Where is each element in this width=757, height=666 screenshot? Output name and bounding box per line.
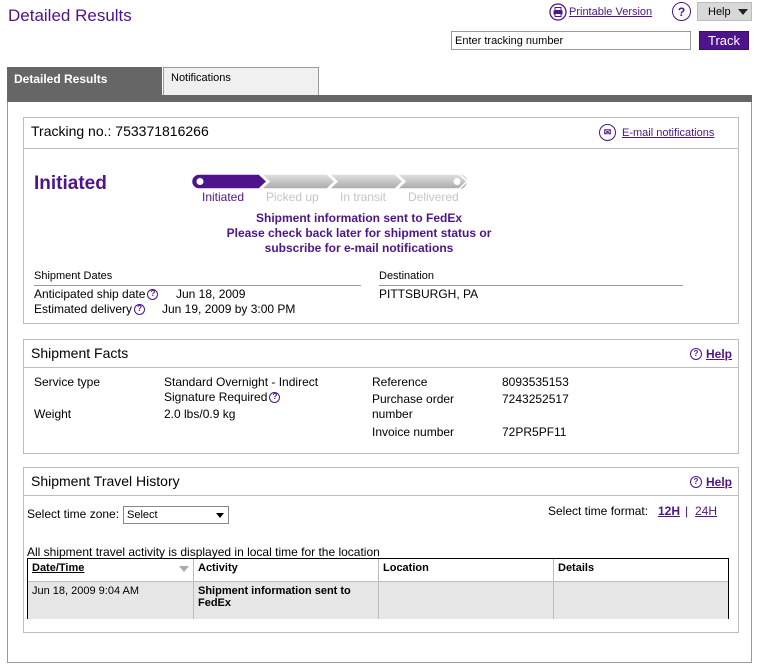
email-notifications-label[interactable]: E-mail notifications: [622, 127, 714, 139]
tab-bar: [7, 95, 752, 102]
format-24h-link[interactable]: 24H: [695, 504, 717, 518]
estimated-delivery-label: Estimated delivery ?: [34, 302, 146, 316]
shipment-facts-header: Shipment Facts ? Help: [24, 340, 738, 368]
progress-end-dot: [453, 178, 461, 185]
progress-start-dot: [196, 178, 204, 185]
date-time-sort-link[interactable]: Date/Time: [32, 562, 84, 574]
tracking-number: Tracking no.: 753371816266: [31, 123, 209, 139]
column-header-activity: Activity: [194, 559, 379, 581]
table-cell-date-time: Jun 18, 2009 9:04 AM: [28, 582, 194, 619]
envelope-icon: ✉: [599, 124, 616, 141]
column-header-details: Details: [558, 562, 595, 574]
sort-arrow-icon: [179, 566, 189, 572]
anticipated-ship-date-value: Jun 18, 2009: [176, 287, 246, 301]
table-cell-activity: Shipment information sent to FedEx: [194, 582, 379, 619]
question-icon[interactable]: ?: [134, 303, 146, 315]
time-format-24h[interactable]: 24H: [695, 504, 717, 518]
travel-history-table: Date/Time Activity Location Details Jun …: [27, 558, 729, 619]
signature-required: Signature Required ?: [164, 390, 281, 404]
step-label-in-transit: In transit: [340, 190, 387, 204]
format-12h-link[interactable]: 12H: [658, 504, 680, 518]
shipment-facts-box: Shipment Facts ? Help Service type Stand…: [23, 339, 739, 454]
printer-icon: [549, 3, 567, 21]
facts-help-link[interactable]: ? Help: [689, 347, 732, 361]
reference-label: Reference: [372, 375, 428, 389]
progress-step-in-transit: [327, 173, 405, 190]
column-header-date-time[interactable]: Date/Time: [28, 559, 194, 581]
status-message-line: Please check back later for shipment sta…: [226, 226, 492, 240]
divider: [379, 285, 683, 286]
chevron-down-icon: [738, 8, 748, 15]
status-message-line: Shipment information sent to FedEx: [255, 211, 462, 225]
divider: [34, 285, 361, 286]
status-message-line: subscribe for e-mail notifications: [264, 241, 454, 255]
activity-line: Shipment information sent to: [198, 585, 351, 597]
purchase-order-label-2: number: [372, 407, 413, 421]
estimated-label-text: Estimated delivery: [34, 302, 133, 316]
time-format-12h[interactable]: 12H: [658, 504, 680, 518]
column-header-location: Location: [379, 559, 554, 581]
anticipated-label-text: Anticipated ship date: [34, 287, 146, 301]
service-type-label: Service type: [34, 375, 101, 389]
question-icon: ?: [689, 476, 702, 488]
question-icon: ?: [672, 2, 691, 21]
progress-bar: [191, 173, 469, 190]
printable-version-label[interactable]: Printable Version: [569, 6, 652, 18]
service-type-value: Standard Overnight - Indirect: [164, 375, 319, 389]
travel-history-title: Shipment Travel History: [31, 473, 180, 489]
purchase-order-label: Purchase order: [372, 392, 455, 406]
tracking-summary-box: Tracking no.: 753371816266 ✉ E-mail noti…: [23, 117, 739, 324]
table-cell-details: [554, 582, 728, 619]
reference-value: 8093535153: [502, 375, 569, 389]
destination-value: PITTSBURGH, PA: [379, 287, 479, 301]
history-help-link[interactable]: ? Help: [689, 475, 732, 489]
tab-notifications[interactable]: Notifications: [163, 67, 319, 95]
help-dropdown-button[interactable]: Help: [697, 2, 752, 21]
time-zone-select[interactable]: Select: [123, 506, 229, 524]
facts-help-label[interactable]: Help: [706, 347, 732, 361]
signature-required-text: Signature Required: [164, 390, 268, 404]
chevron-down-icon: [216, 512, 224, 518]
time-format-label: Select time format:: [548, 504, 649, 518]
destination-heading: Destination: [379, 270, 435, 282]
step-label-delivered: Delivered: [408, 190, 459, 204]
weight-value: 2.0 lbs/0.9 kg: [164, 407, 236, 421]
step-label-initiated: Initiated: [202, 190, 245, 204]
step-label-picked-up: Picked up: [266, 190, 319, 204]
email-notifications-link[interactable]: ✉ E-mail notifications: [599, 124, 714, 141]
help-dropdown-label: Help: [708, 5, 731, 18]
shipment-facts-title: Shipment Facts: [31, 345, 129, 361]
invoice-number-label: Invoice number: [372, 425, 455, 439]
activity-line: FedEx: [198, 597, 232, 609]
help-menu[interactable]: ? Help: [672, 1, 752, 22]
purchase-order-value: 7243252517: [502, 392, 569, 406]
table-cell-location: [379, 582, 554, 619]
time-zone-value: Select: [127, 509, 158, 521]
tracking-summary-header: Tracking no.: 753371816266 ✉ E-mail noti…: [24, 118, 738, 149]
anticipated-ship-date-label: Anticipated ship date ?: [34, 287, 159, 301]
page-title: Detailed Results: [8, 6, 132, 25]
tab-detailed-results[interactable]: Detailed Results: [7, 67, 162, 97]
printable-version-link[interactable]: Printable Version: [549, 2, 652, 22]
question-icon[interactable]: ?: [269, 391, 281, 403]
status-message: Shipment information sent to FedEx Pleas…: [184, 211, 534, 256]
question-icon[interactable]: ?: [147, 288, 159, 300]
shipment-dates-heading: Shipment Dates: [34, 270, 113, 282]
travel-history-box: Shipment Travel History ? Help Select ti…: [23, 467, 739, 633]
weight-label: Weight: [34, 407, 72, 421]
track-button[interactable]: Track: [699, 31, 749, 50]
history-help-label[interactable]: Help: [706, 475, 732, 489]
status-title: Initiated: [34, 173, 107, 194]
travel-history-header: Shipment Travel History ? Help: [24, 468, 738, 496]
estimated-delivery-value: Jun 19, 2009 by 3:00 PM: [162, 302, 296, 316]
invoice-number-value: 72PR5PF11: [502, 425, 567, 439]
time-format-separator: |: [685, 504, 689, 518]
local-time-note: All shipment travel activity is displaye…: [27, 545, 380, 559]
progress-step-picked-up: [259, 173, 337, 190]
tracking-number-input[interactable]: [451, 31, 691, 50]
question-icon: ?: [689, 348, 702, 360]
time-zone-label: Select time zone:: [27, 507, 120, 521]
